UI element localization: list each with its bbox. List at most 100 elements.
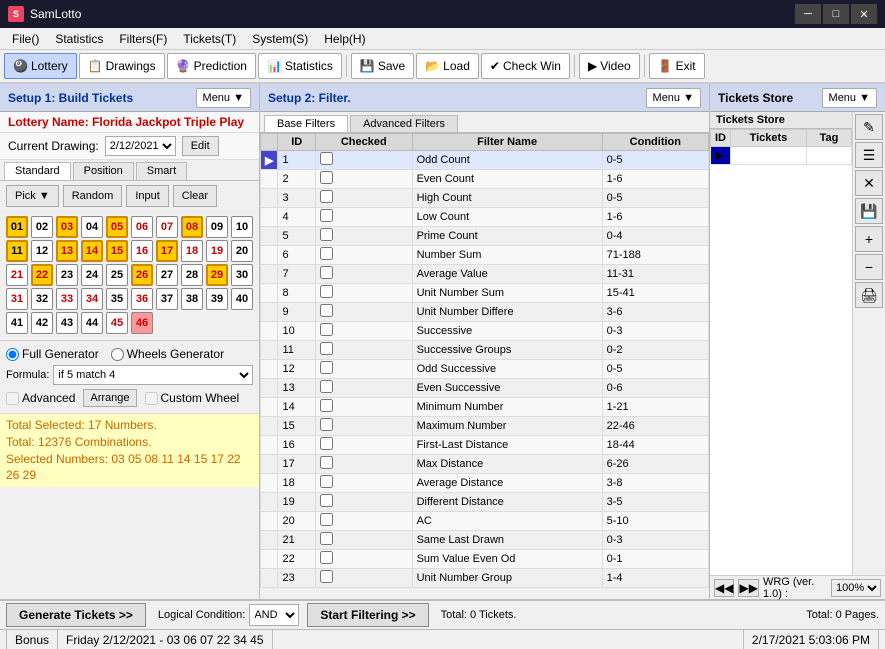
num-28[interactable]: 28 [181, 264, 203, 286]
num-42[interactable]: 42 [31, 312, 53, 334]
filter-checked[interactable] [315, 398, 412, 417]
formula-select[interactable]: if 5 match 4 [53, 365, 253, 385]
edit-button[interactable]: Edit [182, 136, 219, 156]
num-08[interactable]: 08 [181, 216, 203, 238]
menu-help[interactable]: Help(H) [316, 30, 373, 48]
rt-add-btn[interactable]: + [855, 226, 883, 252]
menu-statistics[interactable]: Statistics [47, 30, 111, 48]
wheels-generator-radio[interactable]: Wheels Generator [111, 347, 224, 361]
maximize-button[interactable]: □ [823, 4, 849, 24]
setup2-menu-btn[interactable]: Menu ▼ [646, 88, 701, 108]
num-35[interactable]: 35 [106, 288, 128, 310]
filter-checked[interactable] [315, 550, 412, 569]
num-22[interactable]: 22 [31, 264, 53, 286]
num-38[interactable]: 38 [181, 288, 203, 310]
tab-smart[interactable]: Smart [136, 162, 187, 180]
wheels-generator-input[interactable] [111, 348, 124, 361]
menu-file[interactable]: File() [4, 30, 47, 48]
full-generator-input[interactable] [6, 348, 19, 361]
num-15[interactable]: 15 [106, 240, 128, 262]
filter-checked[interactable] [315, 512, 412, 531]
num-41[interactable]: 41 [6, 312, 28, 334]
num-13[interactable]: 13 [56, 240, 78, 262]
filter-checked[interactable] [315, 531, 412, 550]
tab-base-filters[interactable]: Base Filters [264, 115, 348, 132]
input-btn[interactable]: Input [126, 185, 168, 207]
tab-advanced-filters[interactable]: Advanced Filters [350, 115, 458, 132]
menu-filters[interactable]: Filters(F) [111, 30, 175, 48]
toolbar-check-win[interactable]: ✔ Check Win [481, 53, 570, 79]
filter-checked[interactable] [315, 417, 412, 436]
num-29[interactable]: 29 [206, 264, 228, 286]
num-24[interactable]: 24 [81, 264, 103, 286]
custom-wheel-input[interactable] [145, 392, 158, 405]
tickets-store-menu-btn[interactable]: Menu ▼ [822, 88, 877, 108]
wrg-next-btn[interactable]: ▶▶ [738, 579, 758, 597]
toolbar-video[interactable]: ▶ Video [579, 53, 640, 79]
tickets-store-table-area[interactable]: ID Tickets Tag ▶ [710, 129, 852, 575]
num-19[interactable]: 19 [206, 240, 228, 262]
full-generator-radio[interactable]: Full Generator [6, 347, 99, 361]
num-39[interactable]: 39 [206, 288, 228, 310]
num-37[interactable]: 37 [156, 288, 178, 310]
rt-remove-btn[interactable]: − [855, 254, 883, 280]
num-36[interactable]: 36 [131, 288, 153, 310]
filter-table-wrapper[interactable]: ID Checked Filter Name Condition ▶ 1 Odd… [260, 133, 709, 599]
filter-checked[interactable] [315, 493, 412, 512]
num-07[interactable]: 07 [156, 216, 178, 238]
num-17[interactable]: 17 [156, 240, 178, 262]
pick-btn[interactable]: Pick ▼ [6, 185, 59, 207]
menu-system[interactable]: System(S) [244, 30, 316, 48]
num-40[interactable]: 40 [231, 288, 253, 310]
num-26[interactable]: 26 [131, 264, 153, 286]
setup1-menu-btn[interactable]: Menu ▼ [196, 88, 251, 108]
filter-checked[interactable] [315, 322, 412, 341]
menu-tickets[interactable]: Tickets(T) [175, 30, 244, 48]
filter-checked[interactable] [315, 474, 412, 493]
num-25[interactable]: 25 [106, 264, 128, 286]
toolbar-drawings[interactable]: 📋 Drawings [79, 53, 165, 79]
filter-checked[interactable] [315, 208, 412, 227]
filter-checked[interactable] [315, 455, 412, 474]
filter-checked[interactable] [315, 246, 412, 265]
num-18[interactable]: 18 [181, 240, 203, 262]
rt-print-btn[interactable]: 🖨 [855, 282, 883, 308]
num-12[interactable]: 12 [31, 240, 53, 262]
num-27[interactable]: 27 [156, 264, 178, 286]
custom-wheel-checkbox[interactable]: Custom Wheel [145, 391, 240, 405]
filter-checked[interactable] [315, 284, 412, 303]
num-05[interactable]: 05 [106, 216, 128, 238]
minimize-button[interactable]: ─ [795, 4, 821, 24]
tab-position[interactable]: Position [73, 162, 134, 180]
filter-checked[interactable] [315, 569, 412, 588]
num-02[interactable]: 02 [31, 216, 53, 238]
num-01[interactable]: 01 [6, 216, 28, 238]
num-20[interactable]: 20 [231, 240, 253, 262]
current-drawing-select[interactable]: 2/12/2021 [105, 136, 176, 156]
filter-checked[interactable] [315, 189, 412, 208]
filter-checked[interactable] [315, 341, 412, 360]
filter-checked[interactable] [315, 360, 412, 379]
random-btn[interactable]: Random [63, 185, 123, 207]
toolbar-lottery[interactable]: 🎱 Lottery [4, 53, 77, 79]
filter-checked[interactable] [315, 265, 412, 284]
rt-edit-btn[interactable]: ✎ [855, 114, 883, 140]
num-30[interactable]: 30 [231, 264, 253, 286]
filter-checked[interactable] [315, 379, 412, 398]
num-32[interactable]: 32 [31, 288, 53, 310]
num-10[interactable]: 10 [231, 216, 253, 238]
zoom-select[interactable]: 100% 50% 75% 125% 150% [831, 579, 881, 597]
num-14[interactable]: 14 [81, 240, 103, 262]
num-45[interactable]: 45 [106, 312, 128, 334]
num-44[interactable]: 44 [81, 312, 103, 334]
num-33[interactable]: 33 [56, 288, 78, 310]
rt-list-btn[interactable]: ☰ [855, 142, 883, 168]
advanced-checkbox-input[interactable] [6, 392, 19, 405]
filter-checked[interactable] [315, 170, 412, 189]
toolbar-exit[interactable]: 🚪 Exit [649, 53, 705, 79]
num-11[interactable]: 11 [6, 240, 28, 262]
close-button[interactable]: ✕ [851, 4, 877, 24]
toolbar-prediction[interactable]: 🔮 Prediction [167, 53, 256, 79]
num-04[interactable]: 04 [81, 216, 103, 238]
num-34[interactable]: 34 [81, 288, 103, 310]
